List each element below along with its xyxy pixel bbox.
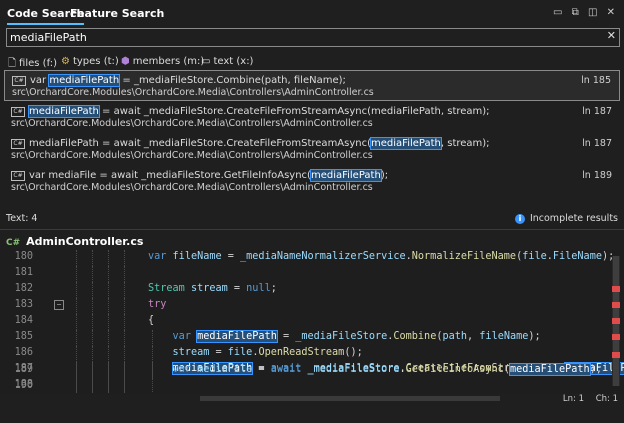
status-bar: Ln: 1 Ch: 1 bbox=[0, 393, 624, 405]
preview-file-name: AdminController.cs bbox=[26, 235, 144, 248]
csharp-file-icon: C# bbox=[11, 139, 25, 149]
char-indicator: Ch: 1 bbox=[595, 394, 618, 404]
result-path: src\OrchardCore.Modules\OrchardCore.Medi… bbox=[11, 118, 373, 129]
csharp-file-icon: C# bbox=[11, 107, 25, 117]
match-highlight: mediaFilePath bbox=[28, 105, 100, 118]
vertical-scrollbar[interactable] bbox=[612, 256, 620, 386]
results-list: C# var mediaFilePath = _mediaFileStore.Co… bbox=[4, 70, 620, 198]
result-count: Text: 4 bbox=[6, 213, 38, 224]
result-path: src\OrchardCore.Modules\OrchardCore.Medi… bbox=[11, 182, 373, 193]
match-highlight: mediaFilePath bbox=[309, 169, 382, 182]
scrollbar-marker bbox=[612, 286, 620, 292]
code-line: 189 var mediaFile = await _mediaFileStor… bbox=[0, 363, 610, 379]
scrollbar-marker bbox=[612, 302, 620, 308]
tool-window-header: Code Search Feature Search ▭ ⧉ ◫ ✕ bbox=[0, 0, 624, 26]
line-indicator: Ln: 1 bbox=[562, 394, 584, 404]
result-line-number: ln 187 bbox=[582, 106, 612, 117]
filter-text[interactable]: ▭ text (x:) bbox=[201, 56, 253, 67]
match-highlight: mediaFilePath bbox=[48, 74, 121, 87]
pane-divider[interactable] bbox=[0, 229, 624, 230]
scrollbar-marker bbox=[612, 318, 620, 324]
result-line-number: ln 189 bbox=[582, 170, 612, 181]
csharp-file-icon: C# bbox=[11, 171, 25, 181]
info-icon: i bbox=[514, 214, 525, 224]
result-path: src\OrchardCore.Modules\OrchardCore.Medi… bbox=[11, 150, 373, 161]
types-icon: ⚙ bbox=[61, 56, 70, 67]
scrollbar-marker bbox=[612, 352, 620, 358]
tab-feature-search[interactable]: Feature Search bbox=[70, 7, 164, 20]
filter-types[interactable]: ⚙ types (t:) bbox=[61, 56, 119, 67]
result-line-number: ln 187 bbox=[582, 138, 612, 149]
fold-toggle-icon[interactable]: − bbox=[54, 300, 64, 310]
code-line: 181 bbox=[0, 266, 610, 282]
preview-file-header: C# AdminController.cs bbox=[6, 235, 143, 248]
text-icon: ▭ bbox=[201, 56, 211, 67]
csharp-file-icon: C# bbox=[12, 76, 26, 86]
search-box[interactable]: ✕ bbox=[6, 28, 620, 47]
clear-search-icon[interactable]: ✕ bbox=[607, 29, 616, 42]
code-line: 184 { bbox=[0, 314, 610, 330]
result-item[interactable]: C# var mediaFilePath = _mediaFileStore.Co… bbox=[4, 70, 620, 101]
filter-members[interactable]: ⬢ members (m:) bbox=[121, 56, 204, 67]
match-highlight: mediaFilePath bbox=[370, 137, 442, 150]
result-item[interactable]: C# var mediaFile = await _mediaFileStore.… bbox=[4, 166, 620, 197]
code-line: 183 − try bbox=[0, 298, 610, 314]
members-icon: ⬢ bbox=[121, 56, 130, 67]
csharp-icon: C# bbox=[6, 238, 21, 248]
code-line: 185 var mediaFilePath = _mediaFileStore.… bbox=[0, 330, 610, 346]
code-preview-continued: 189 var mediaFile = await _mediaFileStor… bbox=[0, 355, 624, 395]
horizontal-scrollbar[interactable] bbox=[200, 396, 500, 401]
incomplete-results-notice[interactable]: i Incomplete results bbox=[514, 213, 618, 224]
result-item[interactable]: C# mediaFilePath = await _mediaFileStore.… bbox=[4, 134, 620, 165]
code-line: 182 Stream stream = null; bbox=[0, 282, 610, 298]
code-line: 180 var fileName = _mediaNameNormalizerS… bbox=[0, 250, 614, 266]
window-controls[interactable]: ▭ ⧉ ◫ ✕ bbox=[553, 7, 618, 18]
result-line-number: ln 185 bbox=[581, 75, 611, 86]
result-item[interactable]: C# mediaFilePath = await _mediaFileStore.… bbox=[4, 102, 620, 133]
search-input[interactable] bbox=[7, 29, 600, 46]
result-path: src\OrchardCore.Modules\OrchardCore.Medi… bbox=[12, 87, 374, 98]
scrollbar-marker bbox=[612, 334, 620, 340]
